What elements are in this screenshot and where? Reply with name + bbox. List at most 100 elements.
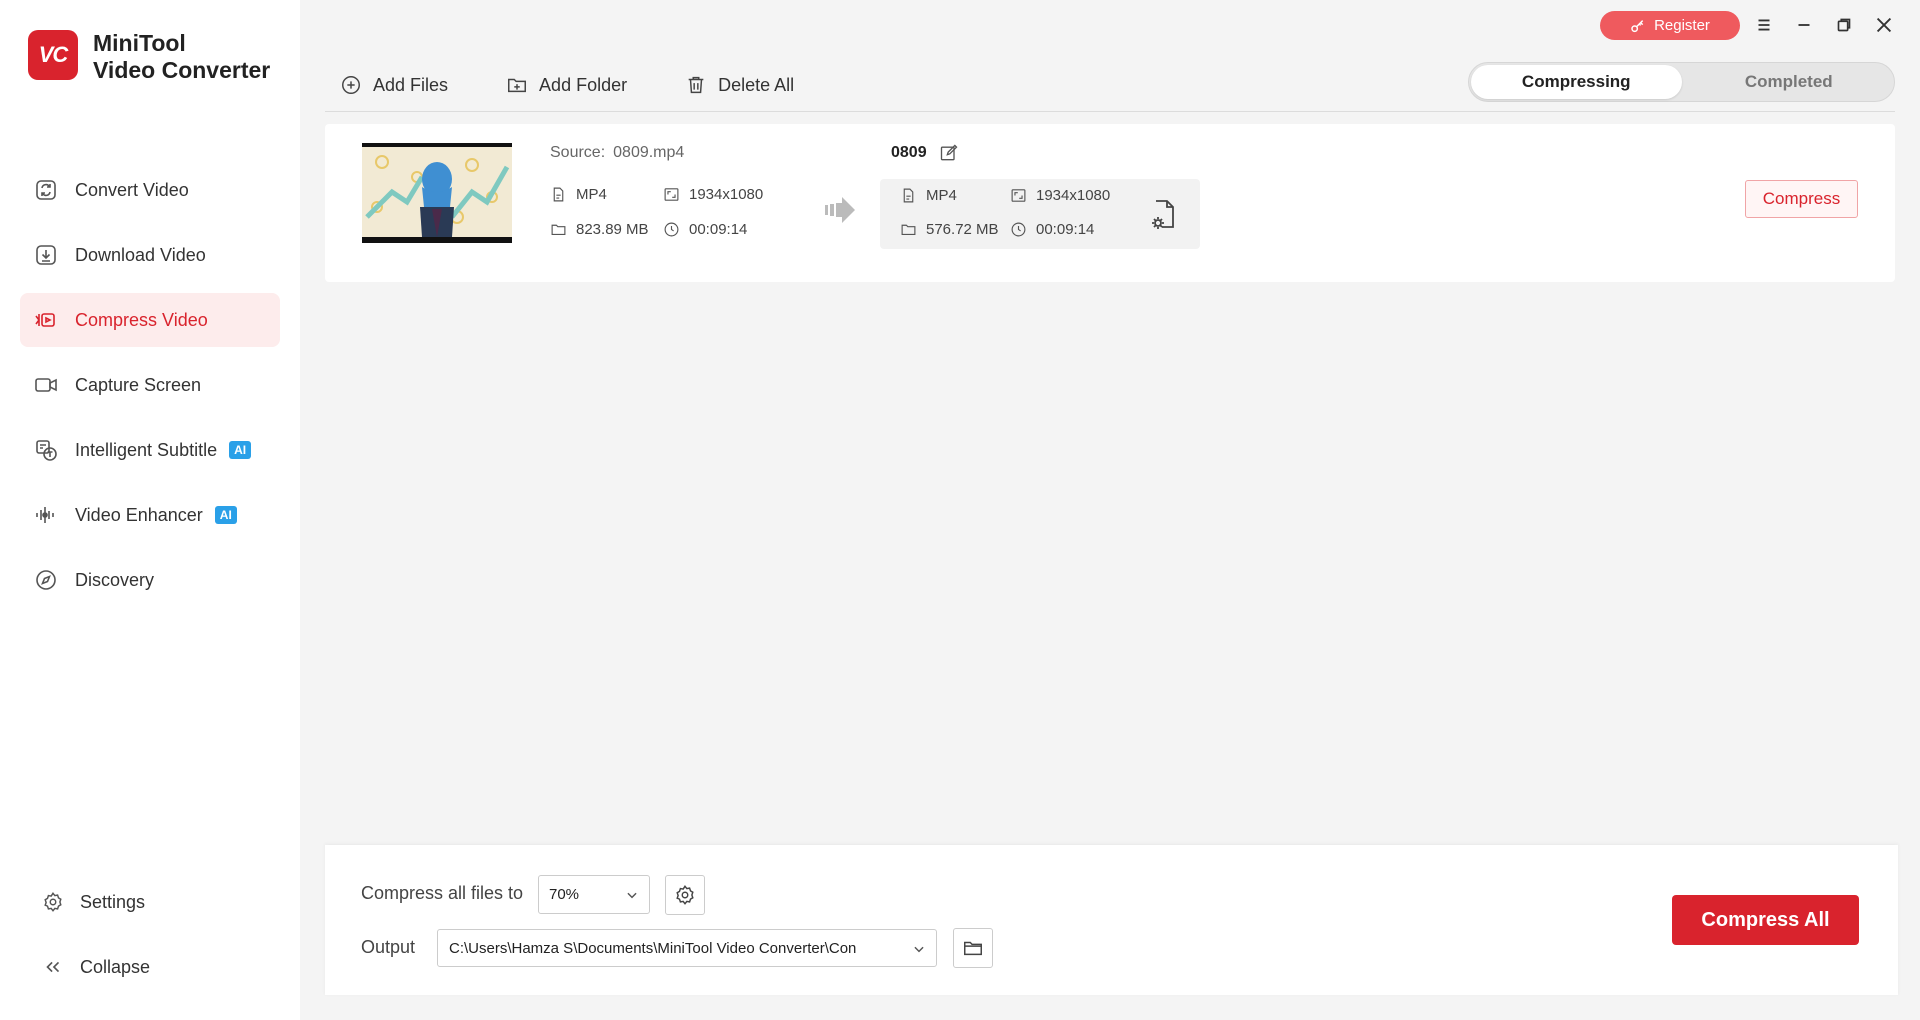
convert-icon	[36, 180, 56, 200]
source-size-value: 823.89 MB	[576, 221, 649, 238]
sidebar-item-capture-screen[interactable]: Capture Screen	[20, 358, 280, 412]
source-format: MP4	[550, 186, 607, 203]
clock-icon	[664, 222, 679, 237]
folder-icon	[551, 224, 566, 236]
sidebar-bottom: Settings Collapse	[30, 875, 270, 1005]
source-format-value: MP4	[576, 186, 607, 203]
register-label: Register	[1654, 17, 1710, 34]
ai-badge: AI	[229, 441, 252, 459]
source-filename: 0809.mp4	[613, 144, 685, 161]
source-resolution-value: 1934x1080	[689, 186, 764, 203]
compass-icon	[36, 570, 56, 590]
status-tabs: Compressing Completed	[1468, 62, 1895, 102]
output-resolution-value: 1934x1080	[1036, 187, 1111, 204]
sidebar-item-compress-video[interactable]: Compress Video	[20, 293, 280, 347]
video-thumbnail[interactable]	[362, 143, 512, 243]
compress-all-button[interactable]: Compress All	[1672, 895, 1859, 945]
add-files-label: Add Files	[373, 74, 449, 95]
app-title: MiniTool Video Converter	[93, 30, 270, 84]
key-icon	[1631, 19, 1644, 32]
subtitle-icon	[36, 440, 57, 461]
trash-icon	[688, 76, 704, 94]
file-card: Source: 0809.mp4 MP4 1934x1080 823.89 MB …	[325, 124, 1895, 282]
logo-text: VC	[38, 42, 69, 67]
gear-icon	[676, 885, 694, 905]
output-name: 0809	[891, 143, 959, 163]
sidebar-item-label: Compress Video	[75, 309, 208, 330]
tab-completed[interactable]: Completed	[1684, 63, 1895, 101]
sidebar-item-intelligent-subtitle[interactable]: Intelligent Subtitle AI	[20, 423, 280, 477]
file-format-icon	[903, 188, 914, 203]
compress-ratio-value: 70%	[549, 886, 580, 903]
toolbar-divider	[325, 111, 1895, 112]
browse-folder-button[interactable]	[953, 928, 993, 968]
compress-ratio-select[interactable]: 70%	[538, 875, 650, 914]
file-format-icon	[553, 187, 564, 202]
output-format: MP4	[900, 187, 957, 204]
toolbar: Add Files Add Folder Delete All	[340, 70, 852, 100]
register-button[interactable]: Register	[1600, 11, 1740, 40]
tab-compressing[interactable]: Compressing	[1471, 65, 1682, 99]
output-size-value: 576.72 MB	[926, 221, 999, 238]
output-duration-value: 00:09:14	[1036, 221, 1095, 238]
source-resolution: 1934x1080	[663, 186, 763, 203]
thumbnail-image	[362, 147, 512, 237]
app-title-line2: Video Converter	[93, 57, 271, 83]
source-duration: 00:09:14	[663, 221, 747, 238]
sidebar-item-label: Intelligent Subtitle	[75, 439, 218, 460]
camera-icon	[35, 378, 57, 392]
settings-label: Settings	[80, 891, 146, 912]
folder-plus-icon	[508, 78, 527, 93]
source-duration-value: 00:09:14	[689, 221, 748, 238]
add-files-button[interactable]: Add Files	[340, 74, 448, 96]
output-path-value: C:\Users\Hamza S\Documents\MiniTool Vide…	[449, 939, 857, 957]
sidebar-item-discovery[interactable]: Discovery	[20, 553, 280, 607]
output-format-value: MP4	[926, 187, 957, 204]
source-prefix: Source:	[550, 144, 606, 161]
minimize-icon[interactable]	[1793, 14, 1815, 36]
chevron-down-icon	[914, 946, 924, 953]
output-name-value: 0809	[891, 144, 927, 161]
plus-circle-icon	[342, 76, 360, 94]
collapse-label: Collapse	[80, 956, 151, 977]
bottom-bar: Compress all files to 70% Output C:\User…	[325, 845, 1898, 995]
clock-icon	[1011, 222, 1026, 237]
sidebar-item-convert-video[interactable]: Convert Video	[20, 163, 280, 217]
menu-icon[interactable]	[1753, 14, 1775, 36]
resolution-icon	[664, 188, 679, 201]
compress-all-files-label: Compress all files to	[361, 883, 524, 903]
folder-icon	[964, 941, 982, 956]
resolution-icon	[1011, 189, 1026, 202]
sidebar-item-label: Discovery	[75, 569, 155, 590]
output-path-select[interactable]: C:\Users\Hamza S\Documents\MiniTool Vide…	[437, 929, 937, 967]
sidebar-item-label: Capture Screen	[75, 374, 202, 395]
double-chevron-left-icon	[46, 961, 60, 973]
settings-button[interactable]: Settings	[30, 875, 270, 929]
close-icon[interactable]	[1873, 14, 1895, 36]
sidebar-nav: Convert Video Download Video Compress Vi…	[20, 163, 280, 618]
sidebar-item-video-enhancer[interactable]: Video Enhancer AI	[20, 488, 280, 542]
sidebar-item-label: Video Enhancer	[75, 504, 203, 525]
compress-icon	[35, 313, 55, 327]
restore-icon[interactable]	[1833, 14, 1855, 36]
output-label: Output	[361, 937, 416, 957]
source-label: Source: 0809.mp4	[550, 144, 684, 162]
source-size: 823.89 MB	[550, 221, 649, 238]
sidebar-item-download-video[interactable]: Download Video	[20, 228, 280, 282]
edit-icon[interactable]	[939, 143, 959, 163]
delete-all-label: Delete All	[718, 74, 795, 95]
collapse-button[interactable]: Collapse	[30, 940, 270, 994]
delete-all-button[interactable]: Delete All	[685, 74, 794, 96]
file-settings-icon[interactable]	[1150, 199, 1178, 231]
ai-badge: AI	[214, 506, 237, 524]
app-logo: VC	[28, 30, 78, 80]
waveform-icon	[36, 507, 54, 523]
output-resolution: 1934x1080	[1010, 187, 1110, 204]
sidebar-item-label: Download Video	[75, 244, 206, 265]
compress-settings-button[interactable]	[665, 875, 705, 915]
sidebar: VC MiniTool Video Converter Convert Vide…	[0, 0, 300, 1020]
output-duration: 00:09:14	[1010, 221, 1094, 238]
app-title-line1: MiniTool	[93, 30, 186, 56]
compress-button[interactable]: Compress	[1745, 180, 1858, 218]
add-folder-button[interactable]: Add Folder	[506, 74, 627, 96]
